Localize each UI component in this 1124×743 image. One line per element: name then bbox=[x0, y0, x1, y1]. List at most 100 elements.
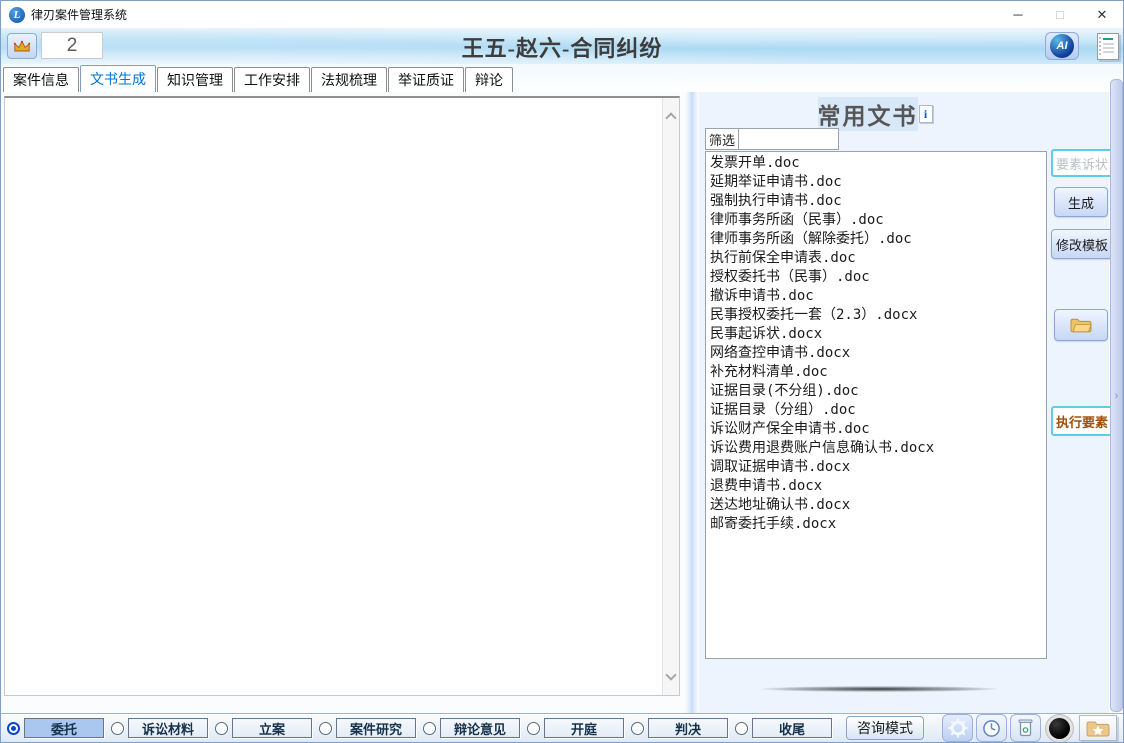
document-list-item[interactable]: 网络查控申请书.docx bbox=[706, 344, 1046, 363]
tab-label: 案件信息 bbox=[13, 70, 69, 90]
crown-button[interactable] bbox=[7, 33, 37, 59]
maximize-button[interactable]: □ bbox=[1039, 1, 1081, 28]
document-list-item[interactable]: 补充材料清单.doc bbox=[706, 363, 1046, 382]
filter-label: 筛选 bbox=[705, 128, 739, 150]
stage-option[interactable]: 立案 bbox=[215, 718, 312, 738]
stage-label[interactable]: 诉讼材料 bbox=[128, 718, 208, 738]
stage-radio-icon[interactable] bbox=[631, 722, 644, 735]
stage-option[interactable]: 辩论意见 bbox=[423, 718, 520, 738]
bottom-right-controls: 咨询模式 bbox=[846, 714, 1117, 742]
element-complaint-button[interactable]: 要素诉状 bbox=[1051, 149, 1113, 177]
trash-bin-icon bbox=[1018, 719, 1033, 737]
stage-label[interactable]: 案件研究 bbox=[336, 718, 416, 738]
tab-label: 举证质证 bbox=[398, 70, 454, 90]
chevron-right-icon: › bbox=[1115, 390, 1119, 402]
stage-radio-icon[interactable] bbox=[735, 722, 748, 735]
consult-mode-button[interactable]: 咨询模式 bbox=[846, 716, 924, 740]
clock-icon bbox=[982, 719, 1001, 738]
stage-label[interactable]: 开庭 bbox=[544, 718, 624, 738]
app-window: L 律刃案件管理系统 ─ □ ✕ 王五-赵六-合同纠纷 2 AI bbox=[0, 0, 1124, 743]
stage-radio-icon[interactable] bbox=[527, 722, 540, 735]
document-list-item[interactable]: 授权委托书（民事）.doc bbox=[706, 268, 1046, 287]
main-tab[interactable]: 法规梳理 bbox=[311, 67, 387, 92]
document-list-item[interactable]: 撤诉申请书.doc bbox=[706, 287, 1046, 306]
stage-option[interactable]: 开庭 bbox=[527, 718, 624, 738]
minimize-button[interactable]: ─ bbox=[997, 1, 1039, 28]
execute-elements-button[interactable]: 执行要素 bbox=[1051, 406, 1113, 436]
document-list-item[interactable]: 邮寄委托手续.docx bbox=[706, 515, 1046, 534]
decorative-swoosh bbox=[759, 686, 999, 692]
stage-option[interactable]: 案件研究 bbox=[319, 718, 416, 738]
window-controls: ─ □ ✕ bbox=[997, 1, 1123, 28]
document-list-item[interactable]: 发票开单.doc bbox=[706, 154, 1046, 173]
stage-radio-icon[interactable] bbox=[7, 722, 20, 735]
stage-option[interactable]: 收尾 bbox=[735, 718, 832, 738]
trash-button[interactable] bbox=[1010, 714, 1041, 742]
document-list-item[interactable]: 调取证据申请书.docx bbox=[706, 458, 1046, 477]
stage-label[interactable]: 收尾 bbox=[752, 718, 832, 738]
main-tab[interactable]: 知识管理 bbox=[157, 67, 233, 92]
stage-radio-icon[interactable] bbox=[423, 722, 436, 735]
tab-label: 辩论 bbox=[475, 70, 503, 90]
document-list-item[interactable]: 证据目录（分组）.doc bbox=[706, 401, 1046, 420]
stage-bar: 委托 诉讼材料 立案 案件研究 bbox=[1, 713, 1123, 742]
stage-radio-icon[interactable] bbox=[215, 722, 228, 735]
document-list-item[interactable]: 证据目录(不分组).doc bbox=[706, 382, 1046, 401]
stage-option[interactable]: 判决 bbox=[631, 718, 728, 738]
main-tab[interactable]: 辩论 bbox=[465, 67, 513, 92]
main-tab[interactable]: 举证质证 bbox=[388, 67, 464, 92]
tab-label: 文书生成 bbox=[90, 69, 146, 89]
document-list-item[interactable]: 诉讼费用退费账户信息确认书.docx bbox=[706, 439, 1046, 458]
panel-splitter[interactable] bbox=[685, 92, 699, 713]
stage-radio-icon[interactable] bbox=[319, 722, 332, 735]
stage-radio-icon[interactable] bbox=[111, 722, 124, 735]
filter-input[interactable] bbox=[739, 128, 839, 150]
document-list-item[interactable]: 律师事务所函（民事）.doc bbox=[706, 211, 1046, 230]
stage-option[interactable]: 诉讼材料 bbox=[111, 718, 208, 738]
preview-scrollbar[interactable] bbox=[662, 98, 679, 695]
document-list-item[interactable]: 退费申请书.docx bbox=[706, 477, 1046, 496]
document-list-item[interactable]: 民事起诉状.docx bbox=[706, 325, 1046, 344]
document-preview-panel[interactable] bbox=[4, 96, 680, 696]
close-button[interactable]: ✕ bbox=[1081, 1, 1123, 28]
document-list-item[interactable]: 送达地址确认书.docx bbox=[706, 496, 1046, 515]
open-folder-button[interactable] bbox=[1054, 309, 1108, 341]
common-documents-panel: 常用文书i 筛选 发票开单.doc 延期举证申请书.doc 强制执行申请书.do… bbox=[699, 92, 1109, 713]
document-list-item[interactable]: 执行前保全申请表.doc bbox=[706, 249, 1046, 268]
settings-button[interactable] bbox=[942, 714, 973, 742]
stage-label[interactable]: 辩论意见 bbox=[440, 718, 520, 738]
scroll-down-icon[interactable] bbox=[665, 669, 676, 680]
ai-icon: AI bbox=[1050, 34, 1074, 58]
main-area: 常用文书i 筛选 发票开单.doc 延期举证申请书.doc 强制执行申请书.do… bbox=[1, 92, 1123, 713]
stage-radio-group: 委托 诉讼材料 立案 案件研究 bbox=[7, 718, 839, 738]
main-tab[interactable]: 文书生成 bbox=[80, 65, 156, 92]
collapse-panel-strip[interactable]: › bbox=[1110, 79, 1123, 712]
document-list-item[interactable]: 强制执行申请书.doc bbox=[706, 192, 1046, 211]
header-strip: 王五-赵六-合同纠纷 2 AI bbox=[1, 29, 1123, 64]
edit-template-button[interactable]: 修改模板 bbox=[1051, 229, 1113, 259]
clock-button[interactable] bbox=[976, 714, 1007, 742]
main-tab[interactable]: 工作安排 bbox=[234, 67, 310, 92]
record-dot-icon[interactable] bbox=[1049, 718, 1070, 739]
generate-button[interactable]: 生成 bbox=[1054, 187, 1108, 217]
stage-option[interactable]: 委托 bbox=[7, 718, 104, 738]
info-icon[interactable]: i bbox=[919, 105, 933, 123]
ai-assistant-button[interactable]: AI bbox=[1045, 32, 1079, 60]
document-list-item[interactable]: 民事授权委托一套（2.3）.docx bbox=[706, 306, 1046, 325]
star-folder-icon bbox=[1086, 720, 1110, 737]
case-count-box[interactable]: 2 bbox=[41, 32, 103, 59]
document-list-item[interactable]: 律师事务所函（解除委托）.doc bbox=[706, 230, 1046, 249]
favorites-folder-button[interactable] bbox=[1079, 715, 1117, 741]
stage-label[interactable]: 判决 bbox=[648, 718, 728, 738]
stage-label[interactable]: 立案 bbox=[232, 718, 312, 738]
document-list[interactable]: 发票开单.doc 延期举证申请书.doc 强制执行申请书.doc 律师事务所函（… bbox=[705, 151, 1047, 659]
stage-label[interactable]: 委托 bbox=[24, 718, 104, 738]
scroll-up-icon[interactable] bbox=[665, 112, 676, 123]
panel-title-row: 常用文书i bbox=[699, 97, 1051, 131]
gear-icon bbox=[948, 718, 968, 738]
notebook-button[interactable] bbox=[1097, 33, 1119, 60]
filter-row: 筛选 bbox=[705, 128, 839, 150]
main-tab[interactable]: 案件信息 bbox=[3, 67, 79, 92]
document-list-item[interactable]: 延期举证申请书.doc bbox=[706, 173, 1046, 192]
document-list-item[interactable]: 诉讼财产保全申请书.doc bbox=[706, 420, 1046, 439]
